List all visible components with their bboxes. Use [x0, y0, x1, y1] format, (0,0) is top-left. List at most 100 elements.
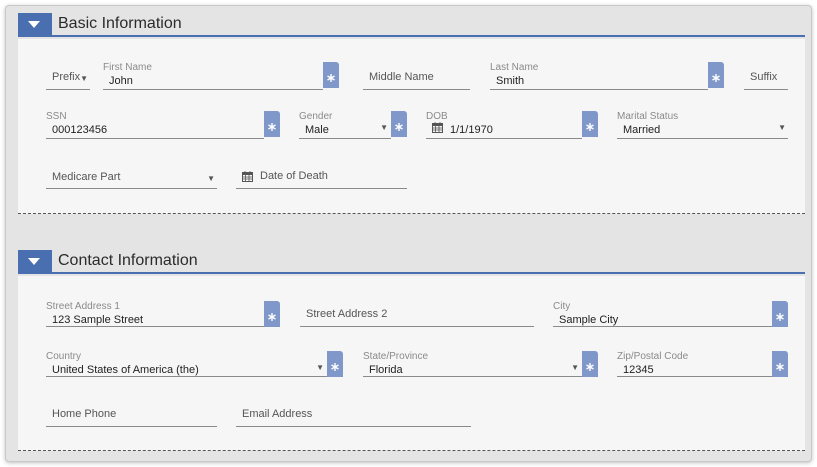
gender-label: Gender	[299, 111, 333, 122]
field-underline	[236, 188, 407, 189]
contact-info-panel: Street Address 1 123 Sample Street Stree…	[18, 276, 805, 451]
suffix-placeholder: Suffix	[750, 71, 778, 83]
middle-name-field[interactable]: Middle Name	[363, 62, 470, 90]
basic-info-header: Basic Information	[18, 13, 805, 37]
required-indicator	[708, 62, 724, 88]
calendar-icon[interactable]	[432, 122, 443, 133]
suffix-field[interactable]: Suffix	[744, 62, 788, 90]
field-underline	[490, 89, 708, 90]
prefix-select[interactable]: Prefix ▼	[46, 62, 90, 90]
dropdown-arrow-icon: ▼	[80, 74, 88, 83]
required-indicator	[772, 301, 788, 327]
basic-info-title: Basic Information	[58, 15, 182, 32]
field-underline	[46, 426, 217, 427]
street-address-1-field[interactable]: Street Address 1 123 Sample Street	[46, 301, 280, 327]
home-phone-field[interactable]: Home Phone	[46, 401, 217, 427]
contact-info-collapse-button[interactable]	[18, 250, 52, 274]
caret-down-icon	[28, 258, 40, 265]
field-underline	[46, 89, 90, 90]
basic-info-panel: Prefix ▼ First Name John Middle Name Las…	[18, 39, 805, 214]
asterisk-icon	[712, 74, 720, 82]
home-phone-placeholder: Home Phone	[52, 408, 117, 420]
required-indicator	[582, 111, 598, 137]
asterisk-icon	[268, 313, 276, 321]
country-label: Country	[46, 351, 82, 362]
asterisk-icon	[776, 313, 784, 321]
country-value: United States of America (the)	[52, 364, 199, 376]
field-underline	[103, 89, 323, 90]
asterisk-icon	[586, 363, 594, 371]
dropdown-arrow-icon: ▼	[316, 363, 324, 372]
field-underline	[300, 326, 534, 327]
last-name-value: Smith	[496, 75, 525, 87]
dropdown-arrow-icon: ▼	[571, 363, 579, 372]
email-address-field[interactable]: Email Address	[236, 401, 471, 427]
city-field[interactable]: City Sample City	[553, 301, 788, 327]
street-address-1-label: Street Address 1	[46, 301, 120, 312]
first-name-field[interactable]: First Name John	[103, 62, 339, 90]
dob-field[interactable]: DOB 1/1/1970	[426, 111, 598, 139]
required-indicator	[772, 351, 788, 377]
contact-info-header: Contact Information	[18, 250, 805, 274]
field-underline	[426, 138, 582, 139]
gender-value: Male	[305, 124, 329, 136]
field-underline	[299, 138, 391, 139]
asterisk-icon	[586, 123, 594, 131]
field-underline	[363, 376, 582, 377]
dob-value: 1/1/1970	[450, 124, 493, 136]
medicare-part-placeholder: Medicare Part	[52, 171, 121, 183]
field-underline	[46, 138, 264, 139]
first-name-label: First Name	[103, 62, 152, 73]
date-of-death-field[interactable]: Date of Death	[236, 161, 407, 189]
field-underline	[744, 89, 788, 90]
email-address-placeholder: Email Address	[242, 408, 313, 420]
marital-status-select[interactable]: Marital Status Married ▼	[617, 111, 788, 139]
field-underline	[363, 89, 470, 90]
basic-info-collapse-button[interactable]	[18, 13, 52, 37]
required-indicator	[391, 111, 407, 137]
street-address-2-field[interactable]: Street Address 2	[300, 301, 534, 327]
ssn-value: 000123456	[52, 124, 108, 136]
required-indicator	[264, 111, 280, 137]
asterisk-icon	[395, 123, 403, 131]
form-window: Basic Information Prefix ▼ First Name Jo…	[5, 5, 812, 462]
marital-status-label: Marital Status	[617, 111, 679, 122]
marital-status-value: Married	[623, 124, 661, 136]
field-underline	[617, 138, 788, 139]
zip-postal-code-field[interactable]: Zip/Postal Code 12345	[617, 351, 788, 377]
calendar-icon[interactable]	[242, 171, 253, 182]
last-name-label: Last Name	[490, 62, 539, 73]
asterisk-icon	[331, 363, 339, 371]
street-address-2-placeholder: Street Address 2	[306, 308, 388, 320]
street-address-1-value: 123 Sample Street	[52, 314, 144, 326]
medicare-part-select[interactable]: Medicare Part ▼	[46, 161, 217, 189]
field-underline	[236, 426, 471, 427]
asterisk-icon	[268, 123, 276, 131]
state-province-label: State/Province	[363, 351, 429, 362]
dropdown-arrow-icon: ▼	[778, 123, 786, 132]
state-province-select[interactable]: State/Province Florida ▼	[363, 351, 598, 377]
field-underline	[617, 376, 772, 377]
ssn-label: SSN	[46, 111, 67, 122]
caret-down-icon	[28, 21, 40, 28]
required-indicator	[264, 301, 280, 327]
field-underline	[553, 326, 772, 327]
city-value: Sample City	[559, 314, 619, 326]
date-of-death-placeholder: Date of Death	[260, 170, 328, 182]
dropdown-arrow-icon: ▼	[207, 174, 215, 183]
state-province-value: Florida	[369, 364, 403, 376]
ssn-field[interactable]: SSN 000123456	[46, 111, 280, 139]
asterisk-icon	[327, 74, 335, 82]
required-indicator	[323, 62, 339, 88]
field-underline	[46, 326, 264, 327]
field-underline	[46, 376, 327, 377]
last-name-field[interactable]: Last Name Smith	[490, 62, 724, 90]
dob-label: DOB	[426, 111, 448, 122]
zip-postal-code-value: 12345	[623, 364, 654, 376]
middle-name-placeholder: Middle Name	[369, 71, 434, 83]
country-select[interactable]: Country United States of America (the) ▼	[46, 351, 343, 377]
prefix-placeholder: Prefix	[52, 71, 81, 83]
gender-select[interactable]: Gender Male ▼	[299, 111, 407, 139]
zip-postal-code-label: Zip/Postal Code	[617, 351, 689, 362]
required-indicator	[582, 351, 598, 377]
